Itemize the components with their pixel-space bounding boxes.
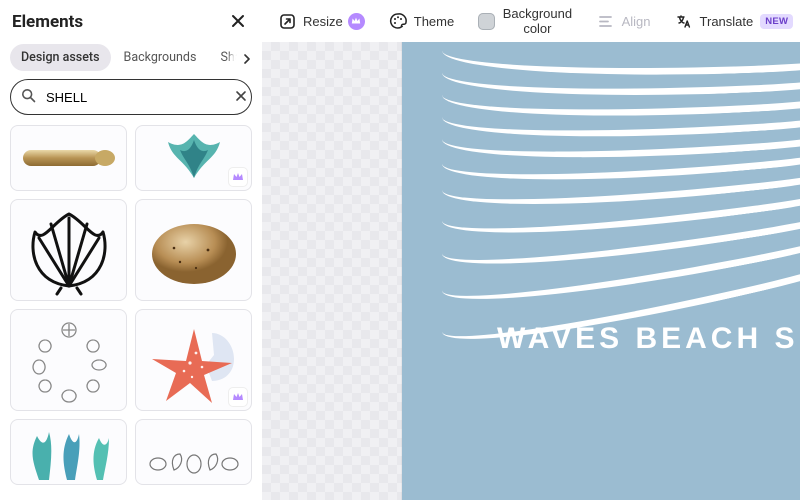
clear-icon [235,90,247,105]
asset-watercolor-coral-teal[interactable] [10,419,127,485]
swatch-icon [478,12,495,30]
tab-design-assets[interactable]: Design assets [10,44,111,71]
close-panel-button[interactable] [226,10,250,34]
tab-backgrounds[interactable]: Backgrounds [113,44,208,71]
palette-icon [389,12,407,30]
translate-icon [675,12,693,30]
asset-bullet-casing[interactable] [10,125,127,191]
elements-panel: Elements Design assets Backgrounds Shape [0,0,262,500]
panel-title: Elements [12,12,83,32]
artboard-headline[interactable]: WAVES BEACH S [497,322,800,356]
theme-button[interactable]: Theme [387,8,456,34]
search-wrap [0,79,262,125]
asset-scallop-shell-outline[interactable] [10,199,127,301]
chevron-right-icon [242,49,252,68]
search-icon [21,88,36,107]
translate-label: Translate [700,14,754,29]
premium-badge [229,388,247,406]
align-label: Align [622,14,651,29]
close-icon [231,14,245,31]
crown-icon [351,16,361,26]
panel-header: Elements [0,0,262,38]
starfish-illustration [146,315,242,405]
asset-assorted-shell-sketches[interactable] [135,419,252,485]
resize-icon [278,12,296,30]
editor-right: Resize Theme Background color Align [262,0,800,500]
asset-starfish-with-shell[interactable] [135,309,252,411]
top-toolbar: Resize Theme Background color Align [262,0,800,42]
coral-illustration [154,130,234,186]
new-badge: NEW [760,14,793,29]
app-root: Elements Design assets Backgrounds Shape [0,0,800,500]
panel-tabs: Design assets Backgrounds Shape [0,38,262,79]
bullet-illustration [19,138,119,178]
premium-badge [229,168,247,186]
search-field[interactable] [10,79,252,115]
scallop-outline-illustration [23,204,115,296]
premium-crown-badge [348,13,365,30]
asset-shell-circle-sketch[interactable] [10,309,127,411]
search-input[interactable] [44,89,224,106]
translate-button[interactable]: Translate NEW [673,8,796,34]
crown-icon [232,391,244,403]
assorted-shells-illustration [144,424,244,480]
theme-label: Theme [414,14,454,29]
asset-grid [0,125,262,500]
clam-photo-illustration [146,210,242,290]
wave-graphic [442,42,800,322]
align-button: Align [595,8,653,34]
canvas-stage[interactable]: WAVES BEACH S [262,42,800,500]
background-color-button[interactable]: Background color [476,2,574,40]
shell-circle-illustration [23,314,115,406]
asset-clam-shell-photo[interactable] [135,199,252,301]
asset-teal-coral-flower[interactable] [135,125,252,191]
artboard[interactable]: WAVES BEACH S [402,42,800,500]
background-color-label: Background color [502,6,572,36]
search-clear-button[interactable] [232,88,250,106]
watercolor-coral-illustration [19,422,119,482]
resize-button[interactable]: Resize [276,8,367,34]
crown-icon [232,171,244,183]
tabs-scroll-right-button[interactable] [236,48,258,70]
align-icon [597,12,615,30]
resize-label: Resize [303,14,343,29]
